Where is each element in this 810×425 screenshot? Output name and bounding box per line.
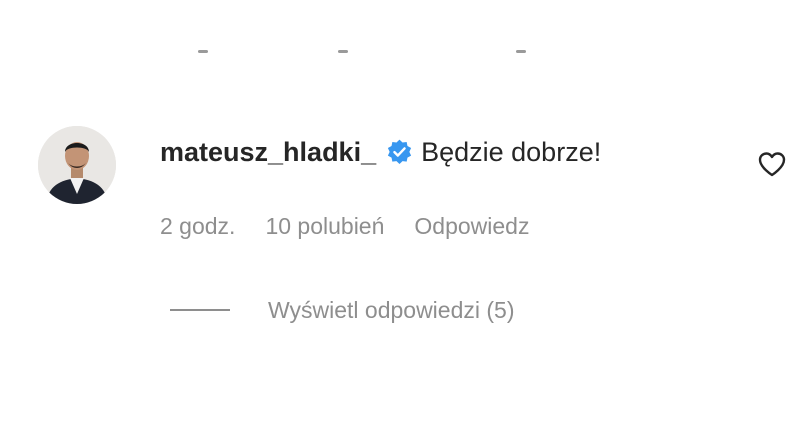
comment-line: mateusz_hladki_ Będzie dobrze! bbox=[160, 130, 601, 174]
verified-badge-icon bbox=[386, 139, 413, 166]
avatar[interactable] bbox=[38, 126, 116, 204]
heart-outline-icon bbox=[758, 152, 786, 177]
like-count[interactable]: 10 polubień bbox=[265, 213, 384, 240]
reply-button[interactable]: Odpowiedz bbox=[414, 213, 529, 240]
replies-divider-line bbox=[170, 309, 230, 311]
comment-text: Będzie dobrze! bbox=[421, 136, 602, 167]
comment: mateusz_hladki_ Będzie dobrze! 2 godz. 1… bbox=[38, 126, 798, 326]
like-button[interactable] bbox=[756, 148, 788, 180]
view-replies-button[interactable]: Wyświetl odpowiedzi (5) bbox=[170, 292, 515, 328]
avatar-image bbox=[38, 126, 116, 204]
comment-meta: 2 godz. 10 polubień Odpowiedz bbox=[160, 208, 559, 244]
previous-comment-fragment bbox=[190, 50, 550, 62]
username[interactable]: mateusz_hladki_ bbox=[160, 137, 376, 168]
view-replies-label: Wyświetl odpowiedzi (5) bbox=[268, 296, 515, 323]
comment-timestamp[interactable]: 2 godz. bbox=[160, 213, 235, 240]
